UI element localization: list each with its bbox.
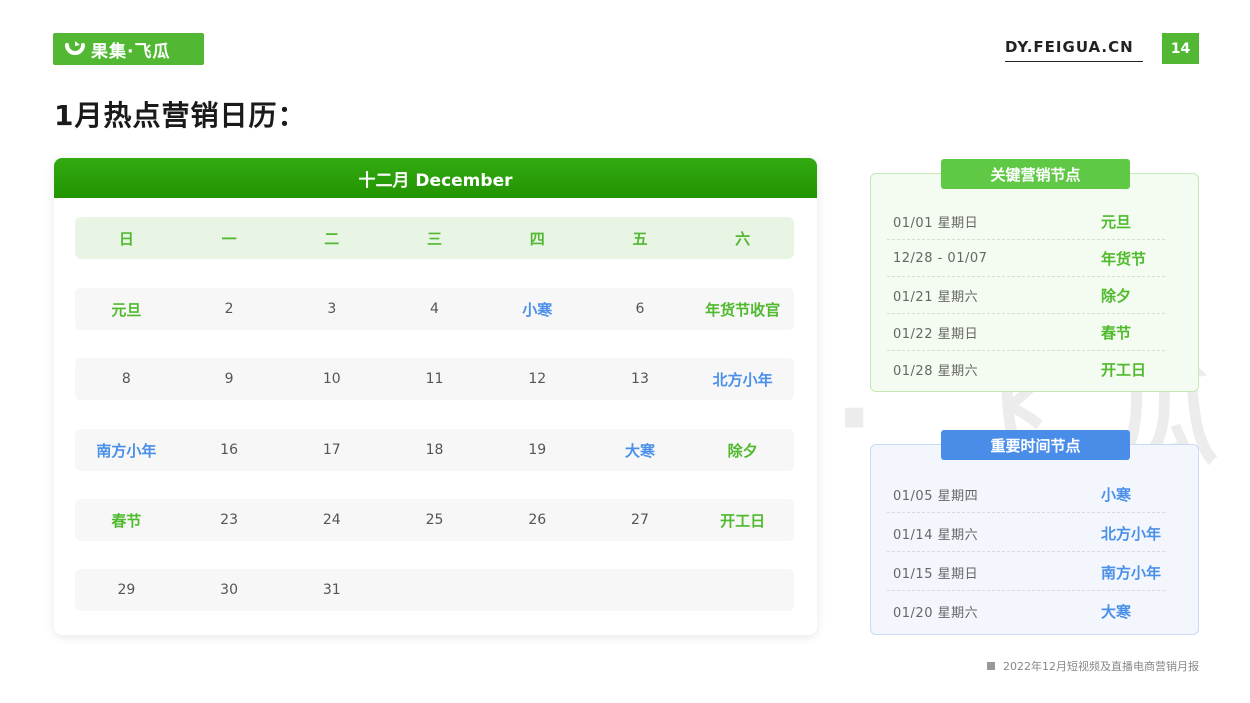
weekday-label: 三 — [427, 229, 443, 248]
item-date: 01/01 星期日 — [893, 215, 979, 231]
key-marketing-item: 01/01 星期日 元旦 — [887, 203, 1165, 240]
calendar-day-cell: 17 — [322, 442, 341, 458]
calendar-day-cell: 除夕 — [727, 441, 758, 460]
calendar-day-cell: 4 — [430, 301, 439, 317]
item-name: 大寒 — [1101, 603, 1132, 621]
page-title: 1月热点营销日历： — [54, 99, 307, 132]
calendar-day-cell: 元旦 — [111, 300, 142, 319]
item-name: 春节 — [1101, 323, 1132, 342]
calendar-day-cell: 26 — [528, 512, 547, 528]
weekday-header-row: 日 一 二 三 四 五 六 — [75, 217, 794, 259]
item-date: 01/15 星期日 — [893, 566, 979, 582]
calendar-week-row: 南方小年 16 17 18 19 大寒 除夕 — [75, 429, 794, 471]
item-date: 01/14 星期六 — [893, 527, 979, 543]
key-marketing-item: 01/28 星期六 开工日 — [887, 351, 1165, 388]
calendar-day-cell — [383, 569, 486, 611]
calendar-day-cell: 年货节收官 — [705, 300, 781, 319]
calendar-day-cell: 27 — [631, 512, 649, 528]
item-date: 01/21 星期六 — [893, 289, 979, 305]
calendar-day-cell: 31 — [322, 582, 341, 598]
footer-text: 2022年12月短视频及直播电商营销月报 — [1003, 660, 1199, 673]
weekday-label: 五 — [632, 229, 648, 248]
important-time-panel: 重要时间节点 01/05 星期四 小寒 01/14 星期六 北方小年 01/15… — [870, 430, 1199, 635]
calendar-day-cell: 2 — [224, 301, 234, 317]
weekday-label: 日 — [118, 229, 134, 248]
calendar: 十二月 December 日 一 二 三 四 五 六 元旦 2 3 4 小寒 6… — [54, 158, 817, 635]
calendar-day-cell — [691, 569, 794, 611]
item-date: 01/22 星期日 — [893, 326, 979, 342]
important-time-tag: 重要时间节点 — [941, 430, 1130, 460]
page-number: 14 — [1162, 33, 1199, 64]
weekday-label: 六 — [735, 229, 751, 248]
key-marketing-item: 01/22 星期日 春节 — [887, 314, 1165, 351]
important-time-item: 01/05 星期四 小寒 — [887, 476, 1165, 513]
calendar-day-cell: 12 — [528, 371, 547, 387]
weekday-label: 二 — [324, 229, 340, 248]
calendar-week-row: 8 9 10 11 12 13 北方小年 — [75, 358, 794, 400]
item-name: 北方小年 — [1101, 524, 1162, 543]
calendar-day-cell: 16 — [220, 442, 238, 458]
brand-logo: 果集·飞瓜 — [53, 33, 204, 65]
calendar-day-cell: 25 — [425, 512, 444, 528]
calendar-day-cell: 24 — [322, 512, 341, 528]
calendar-day-cell: 春节 — [111, 511, 142, 530]
calendar-day-cell: 29 — [117, 582, 136, 598]
calendar-day-cell: 19 — [528, 442, 547, 458]
important-time-item: 01/14 星期六 北方小年 — [887, 515, 1165, 552]
calendar-title: 十二月 December — [54, 158, 817, 198]
item-date: 01/20 星期六 — [893, 606, 979, 621]
calendar-day-cell: 11 — [425, 371, 444, 387]
item-name: 年货节 — [1101, 249, 1147, 268]
calendar-day-cell: 13 — [631, 371, 649, 387]
footer: 2022年12月短视频及直播电商营销月报 — [987, 658, 1199, 674]
item-name: 南方小年 — [1101, 563, 1162, 582]
calendar-day-cell: 6 — [635, 301, 645, 317]
calendar-day-cell: 大寒 — [624, 441, 655, 460]
calendar-day-cell: 开工日 — [720, 511, 766, 530]
calendar-day-cell — [589, 569, 692, 611]
calendar-day-cell: 23 — [220, 512, 238, 528]
calendar-day-cell: 小寒 — [522, 300, 553, 319]
calendar-day-cell: 南方小年 — [96, 441, 157, 460]
calendar-week-row: 29 30 31 — [75, 569, 794, 611]
key-marketing-item: 01/21 星期六 除夕 — [887, 277, 1165, 314]
calendar-day-cell: 北方小年 — [712, 370, 773, 389]
item-name: 小寒 — [1101, 485, 1132, 504]
calendar-week-row: 春节 23 24 25 26 27 开工日 — [75, 499, 794, 541]
logo-icon — [65, 41, 85, 55]
logo-text: 果集·飞瓜 — [91, 41, 171, 62]
item-date: 01/28 星期六 — [893, 364, 979, 379]
item-date: 12/28 - 01/07 — [893, 250, 988, 266]
item-name: 除夕 — [1101, 286, 1132, 305]
calendar-day-cell: 30 — [220, 582, 238, 598]
calendar-day-cell: 9 — [224, 371, 234, 387]
important-time-item: 01/20 星期六 大寒 — [887, 593, 1165, 630]
calendar-week-row: 元旦 2 3 4 小寒 6 年货节收官 — [75, 288, 794, 330]
footer-square-icon — [987, 662, 995, 670]
calendar-day-cell: 18 — [425, 442, 444, 458]
key-marketing-panel: 关键营销节点 01/01 星期日 元旦 12/28 - 01/07 年货节 01… — [870, 159, 1199, 392]
item-date: 01/05 星期四 — [893, 488, 979, 504]
calendar-day-cell — [486, 569, 589, 611]
calendar-day-cell: 10 — [322, 371, 341, 387]
site-url-link[interactable]: DY.FEIGUA.CN — [1005, 38, 1143, 62]
important-time-item: 01/15 星期日 南方小年 — [887, 554, 1165, 591]
item-name: 元旦 — [1101, 212, 1132, 231]
key-marketing-tag: 关键营销节点 — [941, 159, 1130, 189]
weekday-label: 四 — [529, 229, 545, 248]
key-marketing-item: 12/28 - 01/07 年货节 — [887, 240, 1165, 277]
weekday-label: 一 — [221, 229, 237, 248]
calendar-day-cell: 8 — [121, 371, 131, 387]
item-name: 开工日 — [1101, 361, 1147, 379]
calendar-day-cell: 3 — [327, 301, 337, 317]
